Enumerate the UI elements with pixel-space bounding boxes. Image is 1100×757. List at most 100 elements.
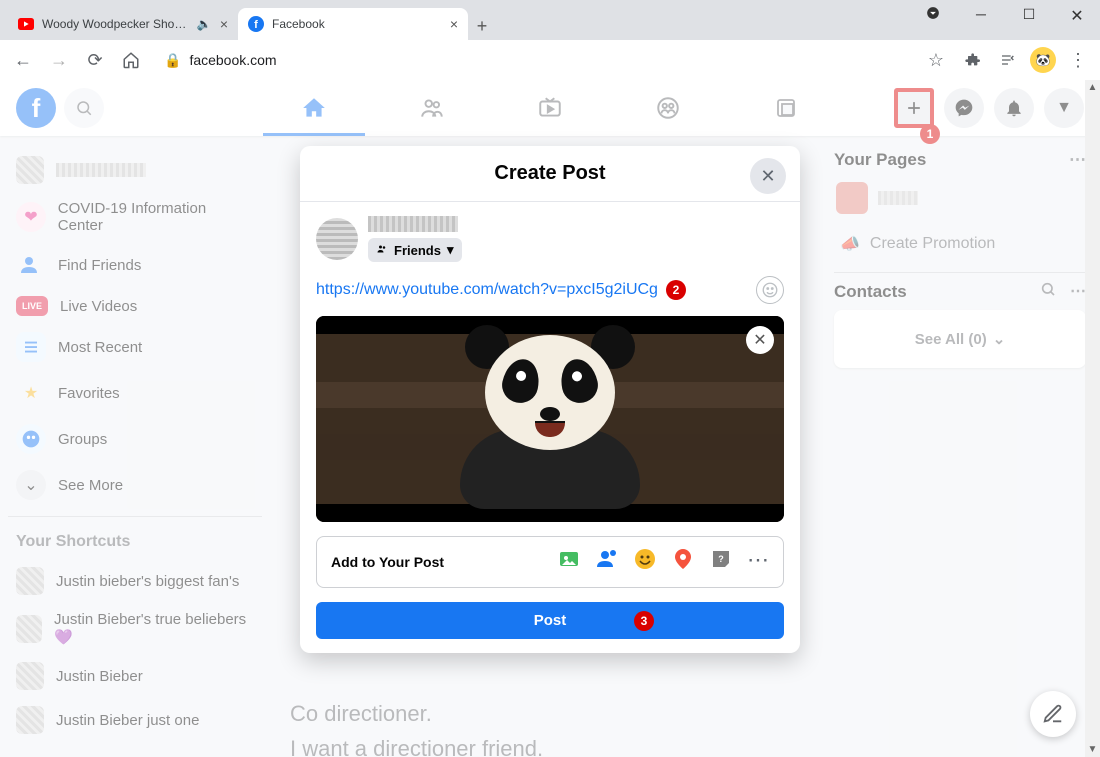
- friends-icon: [376, 243, 388, 258]
- remove-preview-button[interactable]: ✕: [746, 326, 774, 354]
- minimize-button[interactable]: ─: [966, 6, 996, 26]
- audience-label: Friends: [394, 243, 441, 258]
- sidebar-item-groups[interactable]: Groups: [8, 416, 262, 462]
- modal-close-button[interactable]: ✕: [750, 158, 786, 194]
- nav-tab-groups[interactable]: [613, 82, 723, 134]
- nav-tab-watch[interactable]: [495, 82, 605, 134]
- profile-avatar-icon[interactable]: 🐼: [1030, 47, 1056, 73]
- modal-title: Create Post: [316, 162, 784, 185]
- tag-people-icon[interactable]: [595, 547, 619, 577]
- facebook-logo-icon[interactable]: f: [16, 88, 56, 128]
- tab-close-icon[interactable]: ×: [450, 16, 458, 32]
- forward-button[interactable]: →: [44, 45, 74, 75]
- sidebar-label: COVID-19 Information Center: [58, 200, 254, 234]
- notifications-button[interactable]: [994, 88, 1034, 128]
- feeling-icon[interactable]: [633, 547, 657, 577]
- more-options-icon[interactable]: ⋯: [1069, 150, 1086, 170]
- messenger-button[interactable]: [944, 88, 984, 128]
- create-promotion-label: Create Promotion: [870, 235, 995, 253]
- svg-text:?: ?: [718, 554, 724, 564]
- recent-icon: [16, 332, 46, 362]
- nav-tab-gaming[interactable]: [731, 82, 841, 134]
- shortcut-item[interactable]: Justin Bieber: [8, 654, 262, 698]
- shortcut-item[interactable]: Justin Bieber's true beliebers 💜: [8, 603, 262, 654]
- browser-chrome: ─ ☐ ✕ Woody Woodpecker Show | 🔈 × f Face…: [0, 0, 1100, 80]
- sidebar-item-find-friends[interactable]: Find Friends: [8, 242, 262, 288]
- reading-list-icon[interactable]: [994, 46, 1022, 74]
- create-post-modal: Create Post ✕ Friends ▾ https:: [300, 146, 800, 653]
- sidebar-item-see-more[interactable]: ⌄ See More: [8, 462, 262, 508]
- home-button[interactable]: [116, 45, 146, 75]
- checkin-icon[interactable]: [671, 547, 695, 577]
- page-thumb[interactable]: [836, 182, 868, 214]
- sidebar-item-live[interactable]: LIVE Live Videos: [8, 288, 262, 324]
- your-pages-header: Your Pages: [834, 150, 926, 170]
- account-indicator-icon[interactable]: [918, 6, 948, 26]
- extensions-icon[interactable]: [958, 46, 986, 74]
- page-name-redacted: [878, 191, 918, 205]
- nav-tab-friends[interactable]: [377, 82, 487, 134]
- contacts-more-icon[interactable]: ⋯: [1070, 281, 1086, 302]
- shortcut-label: Justin bieber's biggest fan's: [56, 573, 239, 590]
- photo-video-icon[interactable]: [557, 547, 581, 577]
- annotation-step-1: 1: [920, 124, 940, 144]
- shortcut-label: Justin Bieber's true beliebers 💜: [54, 611, 254, 646]
- bookmark-icon[interactable]: ☆: [922, 46, 950, 74]
- scroll-up-icon[interactable]: ▲: [1085, 80, 1100, 95]
- author-avatar: [316, 218, 358, 260]
- audience-selector[interactable]: Friends ▾: [368, 238, 462, 262]
- url-bar[interactable]: 🔒 facebook.com: [152, 52, 916, 69]
- search-contacts-icon[interactable]: [1040, 281, 1056, 302]
- annotation-step-3: 3: [634, 611, 654, 631]
- author-name-redacted: [368, 216, 458, 232]
- add-to-post-label: Add to Your Post: [331, 554, 444, 570]
- nav-tab-home[interactable]: [259, 82, 369, 134]
- compose-area[interactable]: https://www.youtube.com/watch?v=pxcI5g2i…: [316, 276, 784, 304]
- feed-post-text: Co directioner. I want a directioner fri…: [290, 696, 800, 757]
- star-icon: ★: [16, 378, 46, 408]
- shortcut-label: Justin Bieber just one: [56, 712, 199, 729]
- scrollbar[interactable]: ▲ ▼: [1085, 80, 1100, 757]
- window-controls: ─ ☐ ✕: [918, 6, 1092, 26]
- tab-close-icon[interactable]: ×: [220, 16, 228, 32]
- browser-menu-icon[interactable]: ⋮: [1064, 46, 1092, 74]
- sidebar-profile[interactable]: [8, 148, 262, 192]
- svg-text:f: f: [254, 19, 258, 31]
- gif-icon[interactable]: ?: [709, 547, 733, 577]
- reload-button[interactable]: ⟳: [80, 45, 110, 75]
- compose-fab[interactable]: [1030, 691, 1076, 737]
- caret-down-icon: ▾: [447, 242, 454, 258]
- maximize-button[interactable]: ☐: [1014, 6, 1044, 26]
- back-button[interactable]: ←: [8, 45, 38, 75]
- emoji-picker-button[interactable]: [756, 276, 784, 304]
- new-tab-button[interactable]: +: [468, 12, 496, 40]
- tab-mute-icon[interactable]: 🔈: [197, 17, 212, 31]
- more-tools-icon[interactable]: ⋯: [747, 547, 769, 577]
- shortcut-item[interactable]: Justin Bieber just one: [8, 698, 262, 742]
- sidebar-item-favorites[interactable]: ★ Favorites: [8, 370, 262, 416]
- tab-title: Facebook: [272, 17, 442, 31]
- sidebar-label: Groups: [58, 431, 107, 448]
- close-window-button[interactable]: ✕: [1062, 6, 1092, 26]
- account-menu-button[interactable]: ▼: [1044, 88, 1084, 128]
- sidebar-item-recent[interactable]: Most Recent: [8, 324, 262, 370]
- search-button[interactable]: [64, 88, 104, 128]
- sidebar-label: Live Videos: [60, 298, 137, 315]
- see-all-button[interactable]: See All (0) ⌄: [844, 320, 1076, 358]
- tab-title: Woody Woodpecker Show |: [42, 17, 189, 31]
- sidebar-item-covid[interactable]: ❤ COVID-19 Information Center: [8, 192, 262, 242]
- browser-tab-youtube[interactable]: Woody Woodpecker Show | 🔈 ×: [8, 8, 238, 40]
- feed-line-1: Co directioner.: [290, 696, 800, 731]
- create-button[interactable]: 1: [894, 88, 934, 128]
- live-icon: LIVE: [16, 296, 48, 316]
- scroll-down-icon[interactable]: ▼: [1085, 742, 1100, 757]
- shortcut-thumb: [16, 706, 44, 734]
- post-button-label: Post: [534, 612, 567, 629]
- shortcut-item[interactable]: Justin bieber's biggest fan's: [8, 559, 262, 603]
- browser-tab-facebook[interactable]: f Facebook ×: [238, 8, 468, 40]
- chevron-down-icon: ⌄: [16, 470, 46, 500]
- sidebar-label: Favorites: [58, 385, 120, 402]
- create-promotion-button[interactable]: 📣 Create Promotion: [834, 224, 1086, 264]
- post-button[interactable]: Post 3: [316, 602, 784, 639]
- modal-header: Create Post ✕: [300, 146, 800, 202]
